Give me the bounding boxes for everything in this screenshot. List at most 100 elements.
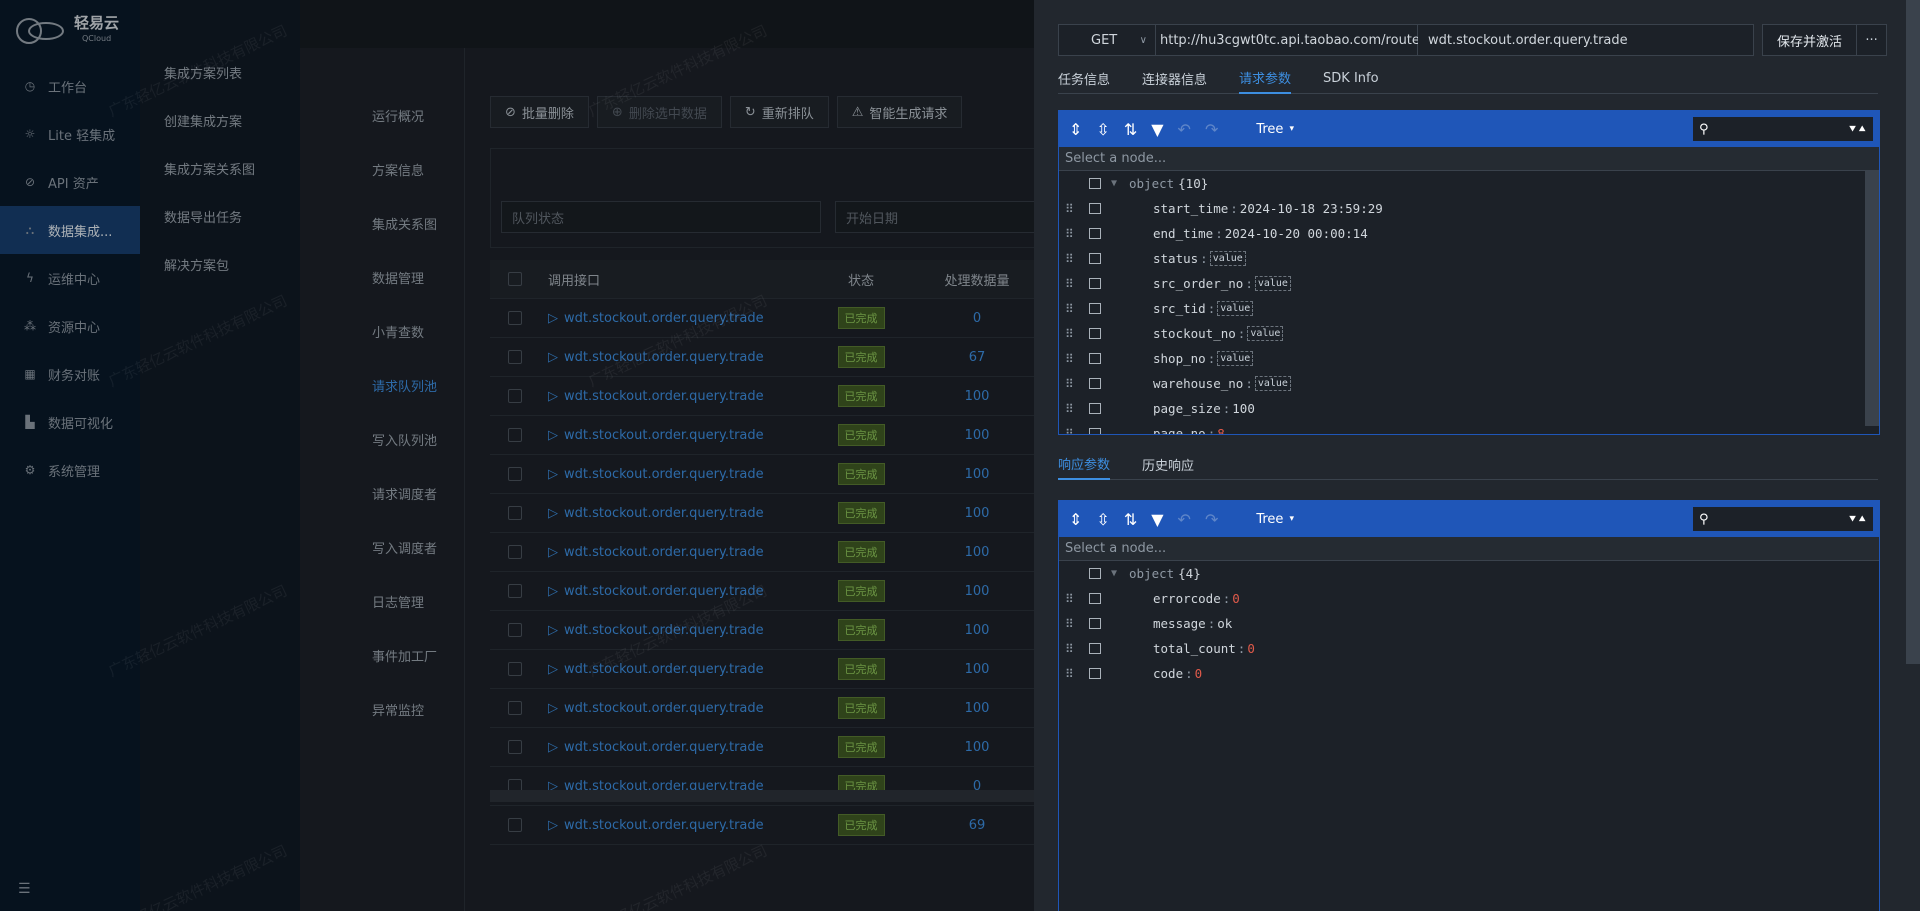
requeue-button[interactable]: ↻ 重新排队: [729, 96, 829, 128]
row-checkbox[interactable]: [508, 701, 522, 715]
collapse-menu-icon[interactable]: ☰: [18, 881, 31, 897]
side-tab-5[interactable]: 请求队列池: [300, 358, 464, 412]
response-tab-0[interactable]: 响应参数: [1058, 448, 1111, 480]
context-menu-icon[interactable]: [1089, 228, 1101, 239]
response-node-path[interactable]: Select a node...: [1059, 537, 1879, 561]
field-key[interactable]: total_count: [1153, 641, 1236, 656]
filter-icon[interactable]: ▼: [1151, 510, 1163, 529]
count-cell[interactable]: 69: [922, 818, 1032, 833]
filter-icon[interactable]: ▼: [1151, 120, 1163, 139]
context-menu-icon[interactable]: [1089, 178, 1101, 189]
url-input[interactable]: http://hu3cgwt0tc.api.taobao.com/route: [1156, 24, 1420, 56]
context-menu-icon[interactable]: [1089, 428, 1101, 434]
field-value[interactable]: value: [1217, 351, 1254, 366]
count-cell[interactable]: 100: [922, 701, 1032, 716]
request-node-path[interactable]: Select a node...: [1059, 147, 1879, 171]
nav-item-6[interactable]: ▦ 财务对账: [0, 350, 140, 398]
side-tab-10[interactable]: 事件加工厂: [300, 628, 464, 682]
field-value[interactable]: value: [1254, 376, 1291, 391]
api-link[interactable]: ▷ wdt.stockout.order.query.trade: [548, 701, 800, 716]
more-icon[interactable]: ···: [1857, 24, 1888, 56]
submenu-item-1[interactable]: 创建集成方案: [140, 96, 300, 144]
tree-field-row[interactable]: ⠿ errorcode:0: [1059, 586, 1879, 611]
count-cell[interactable]: 100: [922, 623, 1032, 638]
save-activate-button[interactable]: 保存并激活: [1762, 24, 1858, 56]
context-menu-icon[interactable]: [1089, 353, 1101, 364]
side-tab-1[interactable]: 方案信息: [300, 142, 464, 196]
count-cell[interactable]: 100: [922, 584, 1032, 599]
api-link[interactable]: ▷ wdt.stockout.order.query.trade: [548, 467, 800, 482]
redo-icon[interactable]: ↷: [1205, 120, 1218, 139]
drawer-tab-0[interactable]: 任务信息: [1058, 62, 1110, 94]
side-tab-0[interactable]: 运行概况: [300, 88, 464, 142]
count-cell[interactable]: 100: [922, 428, 1032, 443]
tree-field-row[interactable]: ⠿ message: ok: [1059, 611, 1879, 636]
row-checkbox[interactable]: [508, 350, 522, 364]
side-tab-7[interactable]: 请求调度者: [300, 466, 464, 520]
submenu-item-4[interactable]: 解决方案包: [140, 240, 300, 288]
drag-handle-icon[interactable]: ⠿: [1065, 667, 1077, 681]
select-all-checkbox[interactable]: [508, 272, 522, 286]
submenu-item-2[interactable]: 集成方案关系图: [140, 144, 300, 192]
tree-field-row[interactable]: ⠿ start_time:2024-10-18 23:59:29: [1059, 196, 1879, 221]
row-checkbox[interactable]: [508, 311, 522, 325]
drag-handle-icon[interactable]: ⠿: [1065, 202, 1077, 216]
context-menu-icon[interactable]: [1089, 568, 1101, 579]
field-key[interactable]: src_order_no: [1153, 276, 1243, 291]
api-link[interactable]: ▷ wdt.stockout.order.query.trade: [548, 584, 800, 599]
sort-icon[interactable]: ⇅: [1124, 120, 1137, 139]
drag-handle-icon[interactable]: ⠿: [1065, 252, 1077, 266]
redo-icon[interactable]: ↷: [1205, 510, 1218, 529]
context-menu-icon[interactable]: [1089, 668, 1101, 679]
field-value[interactable]: value: [1247, 326, 1284, 341]
drawer-tab-3[interactable]: SDK Info: [1323, 62, 1379, 94]
field-value[interactable]: value: [1217, 301, 1254, 316]
expand-caret-icon[interactable]: ▼: [1111, 178, 1121, 189]
count-cell[interactable]: 100: [922, 740, 1032, 755]
field-value[interactable]: 2024-10-18 23:59:29: [1240, 201, 1383, 216]
delete-selected-button[interactable]: ⊕ 删除选中数据: [596, 96, 722, 128]
sort-icon[interactable]: ⇅: [1124, 510, 1137, 529]
row-checkbox[interactable]: [508, 428, 522, 442]
collapse-all-icon[interactable]: ⇳: [1096, 510, 1109, 529]
tree-field-row[interactable]: ⠿ code:0: [1059, 661, 1879, 686]
request-tree-scrollbar[interactable]: [1865, 171, 1879, 426]
field-key[interactable]: message: [1153, 616, 1206, 631]
count-cell[interactable]: 100: [922, 467, 1032, 482]
tree-field-row[interactable]: ⠿ warehouse_no: value: [1059, 371, 1879, 396]
nav-item-3[interactable]: ⛬ 数据集成...: [0, 206, 140, 254]
tree-field-row[interactable]: ⠿ src_tid: value: [1059, 296, 1879, 321]
nav-item-7[interactable]: ▙ 数据可视化: [0, 398, 140, 446]
mode-select[interactable]: Tree ▾: [1256, 512, 1294, 527]
smart-generate-button[interactable]: ⚠ 智能生成请求: [836, 96, 963, 128]
side-tab-11[interactable]: 异常监控: [300, 682, 464, 736]
field-value[interactable]: ok: [1217, 616, 1232, 631]
tree-root-row[interactable]: ▼ object {4}: [1059, 561, 1879, 586]
context-menu-icon[interactable]: [1089, 378, 1101, 389]
field-key[interactable]: errorcode: [1153, 591, 1221, 606]
row-checkbox[interactable]: [508, 584, 522, 598]
drag-handle-icon[interactable]: ⠿: [1065, 377, 1077, 391]
nav-item-2[interactable]: ⊘ API 资产: [0, 158, 140, 206]
response-search-box[interactable]: ⚲ ⯆⯅: [1693, 507, 1873, 531]
row-checkbox[interactable]: [508, 818, 522, 832]
tree-field-row[interactable]: ⠿ src_order_no: value: [1059, 271, 1879, 296]
drag-handle-icon[interactable]: ⠿: [1065, 352, 1077, 366]
drawer-tab-2[interactable]: 请求参数: [1239, 62, 1292, 94]
field-value[interactable]: 0: [1195, 666, 1203, 681]
api-link[interactable]: ▷ wdt.stockout.order.query.trade: [548, 506, 800, 521]
side-tab-9[interactable]: 日志管理: [300, 574, 464, 628]
count-cell[interactable]: 100: [922, 662, 1032, 677]
row-checkbox[interactable]: [508, 545, 522, 559]
search-nav-icon[interactable]: ⯆⯅: [1848, 512, 1867, 527]
field-key[interactable]: page_no: [1153, 426, 1206, 434]
undo-icon[interactable]: ↶: [1178, 510, 1191, 529]
tree-field-row[interactable]: ⠿ stockout_no: value: [1059, 321, 1879, 346]
drag-handle-icon[interactable]: ⠿: [1065, 427, 1077, 435]
context-menu-icon[interactable]: [1089, 303, 1101, 314]
submenu-item-0[interactable]: 集成方案列表: [140, 48, 300, 96]
field-key[interactable]: stockout_no: [1153, 326, 1236, 341]
count-cell[interactable]: 67: [922, 350, 1032, 365]
tree-field-row[interactable]: ⠿ page_no:8: [1059, 421, 1879, 434]
api-input[interactable]: wdt.stockout.order.query.trade: [1418, 24, 1754, 56]
